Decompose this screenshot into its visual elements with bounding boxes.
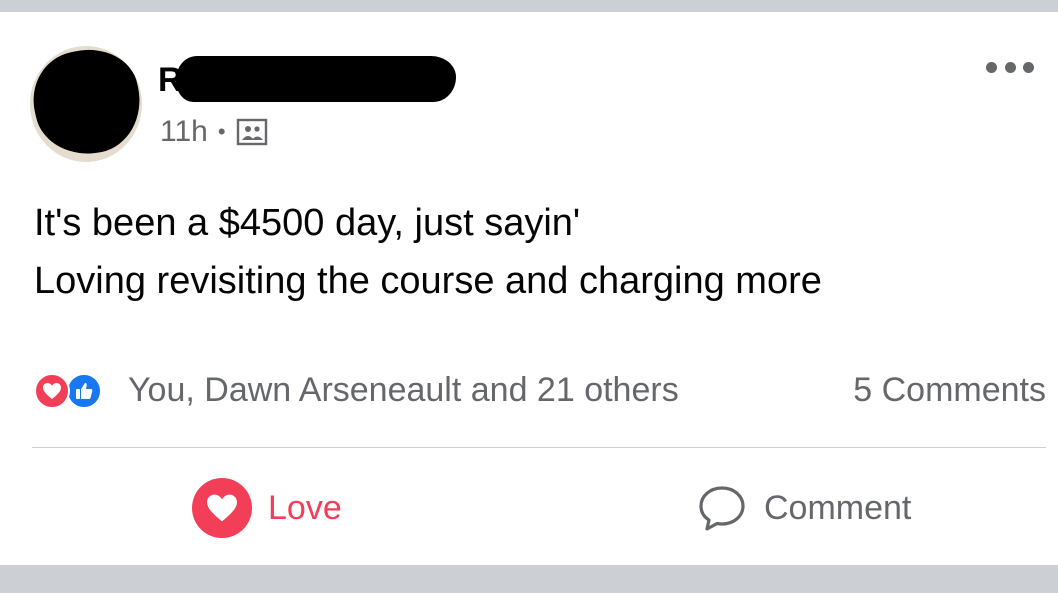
love-icon <box>192 478 252 538</box>
comment-button-label: Comment <box>764 488 912 527</box>
love-reaction-icon <box>34 373 70 409</box>
post-text-line: Loving revisiting the course and chargin… <box>34 260 822 302</box>
avatar-redaction <box>30 46 142 162</box>
like-reaction-icon <box>66 373 102 409</box>
comment-icon <box>699 486 745 531</box>
actions-separator <box>32 447 1046 448</box>
post-text-line: It's been a $4500 day, just sayin' <box>34 202 581 244</box>
post-text: It's been a $4500 day, just sayin' Lovin… <box>34 194 1034 310</box>
friends-photo-icon[interactable] <box>236 117 268 147</box>
reactions-summary-text: You, Dawn Arseneault and 21 others <box>128 370 679 409</box>
feed-divider-top <box>0 0 1058 12</box>
meta-separator-dot: • <box>217 119 226 144</box>
more-options-icon[interactable] <box>986 56 1034 78</box>
comment-button[interactable]: Comment <box>696 476 911 540</box>
love-button[interactable]: Love <box>192 476 342 540</box>
post-card: R 11h • It's been a $4500 day, just sayi… <box>0 12 1058 565</box>
reaction-icons <box>34 370 120 410</box>
post-meta: 11h • <box>160 114 268 150</box>
reactions-summary[interactable]: You, Dawn Arseneault and 21 others <box>34 369 679 411</box>
love-button-label: Love <box>268 488 342 527</box>
post-timestamp[interactable]: 11h <box>160 115 208 149</box>
name-redaction <box>176 56 456 102</box>
comments-count-link[interactable]: 5 Comments <box>853 369 1046 411</box>
author-name[interactable]: R <box>158 56 458 102</box>
author-avatar[interactable] <box>30 46 142 162</box>
feed-divider-bottom <box>0 565 1058 593</box>
